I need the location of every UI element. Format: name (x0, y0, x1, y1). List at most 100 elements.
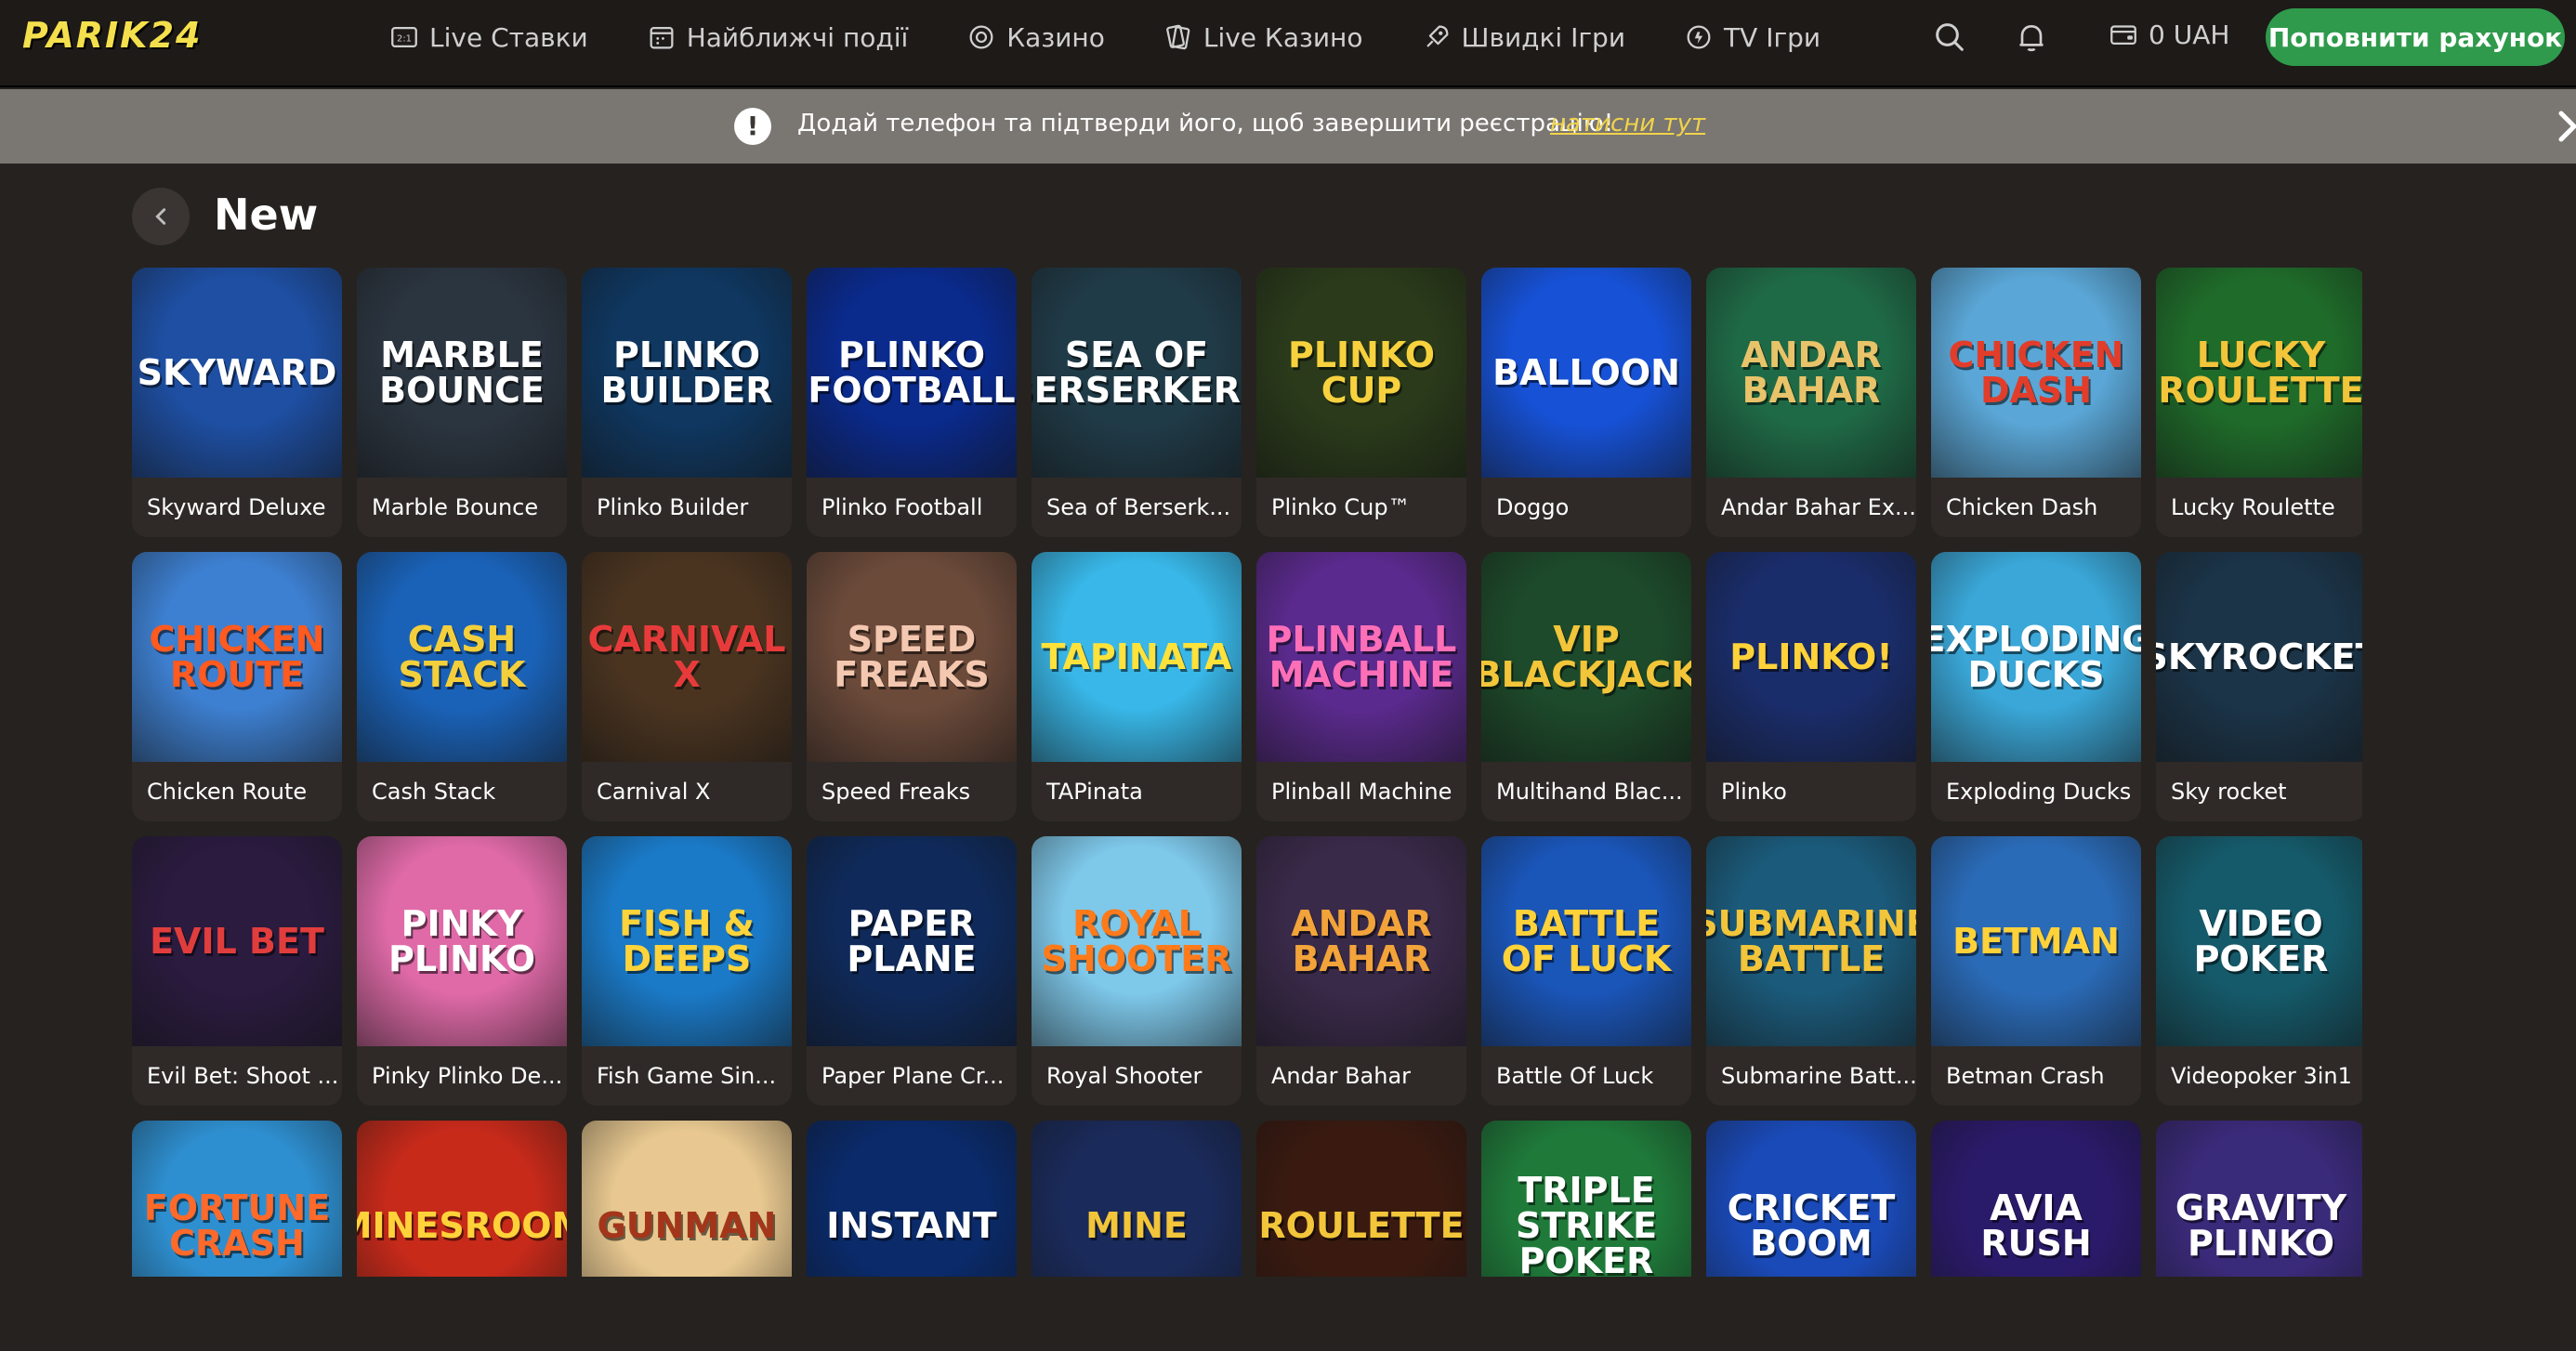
game-tile[interactable]: BETMAN Betman Crash (1931, 836, 2141, 1106)
game-thumbnail[interactable]: CRICKET BOOM (1706, 1121, 1916, 1277)
game-tile[interactable]: MARBLE BOUNCE Marble Bounce (357, 268, 567, 537)
game-tile[interactable]: ROYAL SHOOTER Royal Shooter (1032, 836, 1242, 1106)
game-tile[interactable]: SEA OF BERSERKERS Sea of Berserk... (1032, 268, 1242, 537)
game-tile[interactable]: SUBMARINE BATTLE Submarine Batt... (1706, 836, 1916, 1106)
game-thumbnail[interactable]: SPEED FREAKS (807, 552, 1017, 762)
game-tile[interactable]: CARNIVAL X Carnival X (582, 552, 792, 821)
game-thumbnail[interactable]: Andar Bahar (1706, 268, 1916, 478)
game-thumbnail[interactable]: VIP BLACKJACK (1481, 552, 1691, 762)
game-thumbnail[interactable]: PLINKO CUP (1256, 268, 1466, 478)
game-tile[interactable]: MINE (1032, 1121, 1242, 1277)
game-thumbnail[interactable]: EXPLODING DUCKS (1931, 552, 2141, 762)
game-thumbnail[interactable]: BATTLE OF LUCK (1481, 836, 1691, 1046)
game-thumbnail[interactable]: GRAVITY PLINKO (2156, 1121, 2362, 1277)
game-thumbnail[interactable]: CHICKEN ROUTE (132, 552, 342, 762)
nav-live-casino[interactable]: Live Казино (1163, 21, 1363, 53)
game-tile[interactable]: AVIA RUSH (1931, 1121, 2141, 1277)
game-tile[interactable]: VIP BLACKJACK Multihand Blac... (1481, 552, 1691, 821)
game-art-title: PLINKO CUP (1287, 334, 1436, 411)
game-tile[interactable]: ROULETTE (1256, 1121, 1466, 1277)
game-thumbnail[interactable]: CHICKEN DASH (1931, 268, 2141, 478)
nav-casino[interactable]: Казино (966, 21, 1105, 53)
close-notice-icon[interactable] (2557, 110, 2576, 143)
game-tile[interactable]: CHICKEN ROUTE Chicken Route (132, 552, 342, 821)
game-tile[interactable]: INSTANT (807, 1121, 1017, 1277)
game-title: Plinball Machine (1271, 779, 1452, 805)
game-tile[interactable]: CHICKEN DASH Chicken Dash (1931, 268, 2141, 537)
game-thumbnail[interactable]: SKYROCKET (2156, 552, 2362, 762)
deposit-button[interactable]: Поповнити рахунок (2266, 8, 2565, 66)
game-tile[interactable]: Andar Bahar Andar Bahar Ex... (1706, 268, 1916, 537)
game-thumbnail[interactable]: BALLOON (1481, 268, 1691, 478)
game-thumbnail[interactable]: MINE (1032, 1121, 1242, 1277)
game-thumbnail[interactable]: TAPINATA (1032, 552, 1242, 762)
game-thumbnail[interactable]: PLINKO FOOTBALL (807, 268, 1017, 478)
game-tile[interactable]: SPEED FREAKS Speed Freaks (807, 552, 1017, 821)
game-tile[interactable]: PLINKO BUILDER Plinko Builder (582, 268, 792, 537)
nav-fast-games[interactable]: Швидкі Ігри (1421, 21, 1625, 53)
game-tile[interactable]: TAPINATA TAPinata (1032, 552, 1242, 821)
game-tile[interactable]: PLINKO FOOTBALL Plinko Football (807, 268, 1017, 537)
game-thumbnail[interactable]: SUBMARINE BATTLE (1706, 836, 1916, 1046)
balance-display[interactable]: 0 UAH (2108, 19, 2229, 50)
game-tile[interactable]: EVIL BET Evil Bet: Shoot ... (132, 836, 342, 1106)
game-thumbnail[interactable]: EVIL BET (132, 836, 342, 1046)
game-thumbnail[interactable]: GUNMAN (582, 1121, 792, 1277)
game-tile[interactable]: GUNMAN (582, 1121, 792, 1277)
game-thumbnail[interactable]: MINESROOM (357, 1121, 567, 1277)
nav-tv-games[interactable]: TV Ігри (1683, 21, 1820, 53)
game-tile[interactable]: CASH STACK Cash Stack (357, 552, 567, 821)
search-icon[interactable] (1931, 19, 1968, 56)
game-tile[interactable]: FISH & DEEPS Fish Game Sin... (582, 836, 792, 1106)
nav-live-bets[interactable]: 2:1 Live Ставки (388, 21, 588, 53)
game-tile[interactable]: SKYROCKET Sky rocket (2156, 552, 2362, 821)
game-tile[interactable]: Video Poker Videopoker 3in1 (2156, 836, 2362, 1106)
game-tile[interactable]: ANDAR BAHAR Andar Bahar (1256, 836, 1466, 1106)
game-tile[interactable]: PLINKO CUP Plinko Cup™ (1256, 268, 1466, 537)
game-thumbnail[interactable]: PAPER PLANE (807, 836, 1017, 1046)
game-tile[interactable]: FORTUNE CRASH (132, 1121, 342, 1277)
game-thumbnail[interactable]: AVIA RUSH (1931, 1121, 2141, 1277)
game-tile[interactable]: EXPLODING DUCKS Exploding Ducks (1931, 552, 2141, 821)
game-tile[interactable]: BALLOON Doggo (1481, 268, 1691, 537)
game-thumbnail[interactable]: FORTUNE CRASH (132, 1121, 342, 1277)
game-title: Paper Plane Cr... (821, 1063, 1005, 1089)
game-tile[interactable]: BATTLE OF LUCK Battle Of Luck (1481, 836, 1691, 1106)
game-thumbnail[interactable]: PLINKO BUILDER (582, 268, 792, 478)
game-thumbnail[interactable]: ROYAL SHOOTER (1032, 836, 1242, 1046)
game-thumbnail[interactable]: CARNIVAL X (582, 552, 792, 762)
game-tile[interactable]: PLINBALL MACHINE Plinball Machine (1256, 552, 1466, 821)
game-tile[interactable]: Skyward Skyward Deluxe (132, 268, 342, 537)
game-thumbnail[interactable]: MARBLE BOUNCE (357, 268, 567, 478)
notice-link[interactable]: натисни тут (1550, 110, 1705, 138)
game-thumbnail[interactable]: PLINBALL MACHINE (1256, 552, 1466, 762)
game-thumbnail[interactable]: INSTANT (807, 1121, 1017, 1277)
game-art-title: TAPINATA (1041, 636, 1232, 677)
game-tile[interactable]: Triple Strike Poker (1481, 1121, 1691, 1277)
game-art-title: CHICKEN ROUTE (149, 619, 325, 695)
nav-upcoming-events[interactable]: Найближчі події (646, 21, 908, 53)
game-thumbnail[interactable]: SEA OF BERSERKERS (1032, 268, 1242, 478)
game-thumbnail[interactable]: PLINKO! (1706, 552, 1916, 762)
game-thumbnail[interactable]: BETMAN (1931, 836, 2141, 1046)
game-tile[interactable]: PLINKO! Plinko (1706, 552, 1916, 821)
game-tile[interactable]: PAPER PLANE Paper Plane Cr... (807, 836, 1017, 1106)
game-art-title: EXPLODING DUCKS (1931, 619, 2141, 695)
game-thumbnail[interactable]: Triple Strike Poker (1481, 1121, 1691, 1277)
game-tile[interactable]: GRAVITY PLINKO (2156, 1121, 2362, 1277)
game-tile[interactable]: CRICKET BOOM (1706, 1121, 1916, 1277)
back-button[interactable] (132, 188, 190, 245)
game-thumbnail[interactable]: Skyward (132, 268, 342, 478)
game-thumbnail[interactable]: LUCKY ROULETTE (2156, 268, 2362, 478)
game-thumbnail[interactable]: FISH & DEEPS (582, 836, 792, 1046)
bell-icon[interactable] (2013, 19, 2050, 56)
game-tile[interactable]: MINESROOM (357, 1121, 567, 1277)
game-thumbnail[interactable]: PINKY PLINKO (357, 836, 567, 1046)
game-thumbnail[interactable]: CASH STACK (357, 552, 567, 762)
game-thumbnail[interactable]: ROULETTE (1256, 1121, 1466, 1277)
game-thumbnail[interactable]: Video Poker (2156, 836, 2362, 1046)
game-thumbnail[interactable]: ANDAR BAHAR (1256, 836, 1466, 1046)
game-tile[interactable]: LUCKY ROULETTE Lucky Roulette (2156, 268, 2362, 537)
game-tile[interactable]: PINKY PLINKO Pinky Plinko De... (357, 836, 567, 1106)
brand-logo[interactable]: PARIK24 (22, 15, 203, 56)
